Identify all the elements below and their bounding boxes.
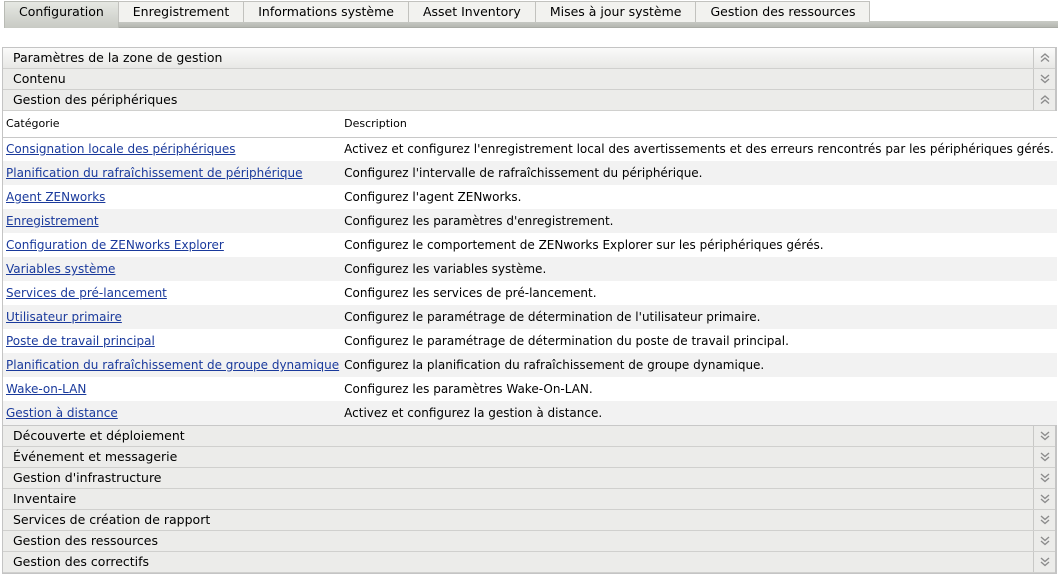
category-cell: Gestion à distance: [3, 401, 343, 425]
section-header[interactable]: Événement et messagerie: [3, 447, 1055, 468]
tab-mises-a-jour-systeme[interactable]: Mises à jour système: [534, 1, 697, 22]
table-row: Planification du rafraîchissement de pér…: [3, 161, 1057, 185]
category-cell: Planification du rafraîchissement de gro…: [3, 353, 343, 377]
section-label: Gestion des correctifs: [13, 554, 150, 569]
table-row: Poste de travail principal Configurez le …: [3, 329, 1057, 353]
expand-icon[interactable]: [1033, 426, 1055, 446]
section-label: Découverte et déploiement: [13, 428, 185, 443]
tab-enregistrement[interactable]: Enregistrement: [117, 1, 245, 22]
expand-icon[interactable]: [1033, 69, 1055, 89]
description-cell: Activez et configurez la gestion à dista…: [342, 401, 1057, 425]
column-header-description[interactable]: Description: [342, 111, 1057, 138]
category-cell: Planification du rafraîchissement de pér…: [3, 161, 343, 185]
table-row: Configuration de ZENworks Explorer Config…: [3, 233, 1057, 257]
table-row: Planification du rafraîchissement de gro…: [3, 353, 1057, 377]
category-cell: Poste de travail principal: [3, 329, 343, 353]
section-label: Contenu: [13, 71, 66, 86]
table-header-row: Catégorie Description: [3, 111, 1057, 138]
category-cell: Agent ZENworks: [3, 185, 343, 209]
section-header[interactable]: Découverte et déploiement: [3, 426, 1055, 447]
category-cell: Utilisateur primaire: [3, 305, 343, 329]
section-label: Événement et messagerie: [13, 449, 178, 464]
tab-strip: Configuration Enregistrement Informations …: [4, 0, 1058, 28]
section-header[interactable]: Inventaire: [3, 489, 1055, 510]
expand-icon[interactable]: [1033, 468, 1055, 488]
expand-icon[interactable]: [1033, 510, 1055, 530]
device-management-table: Catégorie Description Consignation local…: [3, 111, 1057, 425]
section-label: Services de création de rapport: [13, 512, 211, 527]
category-link[interactable]: Agent ZENworks: [6, 190, 105, 204]
category-link[interactable]: Poste de travail principal: [6, 334, 155, 348]
tab-gestion-des-ressources[interactable]: Gestion des ressources: [695, 1, 871, 22]
description-cell: Configurez les paramètres d'enregistreme…: [342, 209, 1057, 233]
category-cell: Configuration de ZENworks Explorer: [3, 233, 343, 257]
panel-title: Paramètres de la zone de gestion: [13, 50, 223, 65]
category-link[interactable]: Wake-on-LAN: [6, 382, 86, 396]
section-label: Gestion des ressources: [13, 533, 159, 548]
panel-title-header[interactable]: Paramètres de la zone de gestion: [3, 48, 1055, 69]
section-header[interactable]: Gestion des correctifs: [3, 552, 1055, 573]
management-zone-settings-panel: Paramètres de la zone de gestion Contenu…: [2, 47, 1057, 574]
expand-icon[interactable]: [1033, 531, 1055, 551]
description-cell: Configurez l'agent ZENworks.: [342, 185, 1057, 209]
description-cell: Configurez le comportement de ZENworks E…: [342, 233, 1057, 257]
description-cell: Configurez les services de pré-lancement…: [342, 281, 1057, 305]
description-cell: Configurez le paramétrage de déterminati…: [342, 329, 1057, 353]
category-link[interactable]: Services de pré-lancement: [6, 286, 167, 300]
expand-icon[interactable]: [1033, 447, 1055, 467]
category-cell: Enregistrement: [3, 209, 343, 233]
category-cell: Consignation locale des périphériques: [3, 137, 343, 161]
description-cell: Configurez les paramètres Wake-On-LAN.: [342, 377, 1057, 401]
table-row: Consignation locale des périphériques Act…: [3, 137, 1057, 161]
tab-strip-bar: [4, 21, 1058, 28]
expand-icon[interactable]: [1033, 489, 1055, 509]
category-link[interactable]: Configuration de ZENworks Explorer: [6, 238, 224, 252]
category-cell: Services de pré-lancement: [3, 281, 343, 305]
category-link[interactable]: Enregistrement: [6, 214, 99, 228]
description-cell: Configurez le paramétrage de déterminati…: [342, 305, 1057, 329]
category-link[interactable]: Planification du rafraîchissement de gro…: [6, 358, 339, 372]
column-header-category[interactable]: Catégorie: [3, 111, 343, 138]
description-cell: Configurez les variables système.: [342, 257, 1057, 281]
tab-informations-systeme[interactable]: Informations système: [243, 1, 409, 22]
category-cell: Variables système: [3, 257, 343, 281]
tab-asset-inventory[interactable]: Asset Inventory: [407, 1, 536, 22]
collapse-icon[interactable]: [1033, 90, 1055, 110]
section-header[interactable]: Services de création de rapport: [3, 510, 1055, 531]
section-label: Inventaire: [13, 491, 77, 506]
category-cell: Wake-on-LAN: [3, 377, 343, 401]
table-row: Variables système Configurez les variable…: [3, 257, 1057, 281]
expand-icon[interactable]: [1033, 552, 1055, 572]
category-link[interactable]: Consignation locale des périphériques: [6, 142, 236, 156]
section-header[interactable]: Contenu: [3, 69, 1055, 90]
tab-list: Configuration Enregistrement Informations …: [4, 1, 871, 28]
table-row: Services de pré-lancement Configurez les …: [3, 281, 1057, 305]
description-cell: Configurez la planification du rafraîchi…: [342, 353, 1057, 377]
collapse-icon[interactable]: [1033, 48, 1055, 68]
table-row: Agent ZENworks Configurez l'agent ZENwork…: [3, 185, 1057, 209]
table-row: Gestion à distance Activez et configurez …: [3, 401, 1057, 425]
category-link[interactable]: Gestion à distance: [6, 406, 118, 420]
tab-configuration[interactable]: Configuration: [4, 1, 119, 28]
table-row: Enregistrement Configurez les paramètres …: [3, 209, 1057, 233]
section-label: Gestion des périphériques: [13, 92, 178, 107]
table-row: Wake-on-LAN Configurez les paramètres Wak…: [3, 377, 1057, 401]
category-link[interactable]: Utilisateur primaire: [6, 310, 122, 324]
category-link[interactable]: Variables système: [6, 262, 115, 276]
category-link[interactable]: Planification du rafraîchissement de pér…: [6, 166, 303, 180]
description-cell: Configurez l'intervalle de rafraîchissem…: [342, 161, 1057, 185]
table-row: Utilisateur primaire Configurez le paramé…: [3, 305, 1057, 329]
description-cell: Activez et configurez l'enregistrement l…: [342, 137, 1057, 161]
section-header[interactable]: Gestion des ressources: [3, 531, 1055, 552]
section-header[interactable]: Gestion d'infrastructure: [3, 468, 1055, 489]
section-label: Gestion d'infrastructure: [13, 470, 162, 485]
section-header[interactable]: Gestion des périphériques: [3, 90, 1055, 111]
